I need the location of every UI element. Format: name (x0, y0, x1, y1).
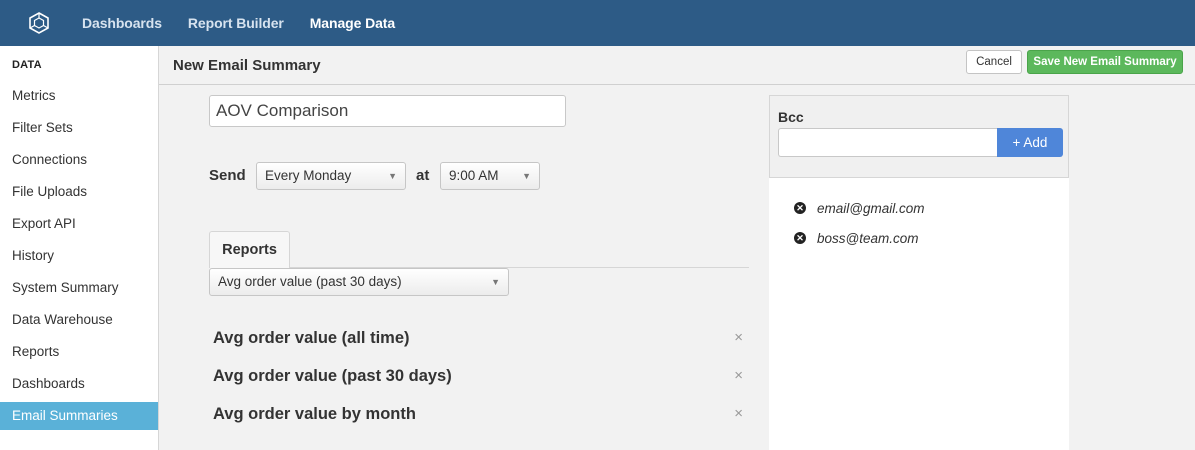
report-row: Avg order value (all time) × (213, 325, 743, 353)
page-header: New Email Summary Cancel Save New Email … (159, 46, 1195, 85)
report-row: Avg order value (past 30 days) × (213, 363, 743, 391)
nav-report-builder[interactable]: Report Builder (188, 0, 284, 46)
sidebar-item-history[interactable]: History (0, 242, 158, 270)
bcc-email-input[interactable] (778, 128, 997, 157)
sidebar: DATA Metrics Filter Sets Connections Fil… (0, 46, 159, 450)
frequency-select[interactable]: Every Monday ▼ (256, 162, 406, 190)
sidebar-item-data-warehouse[interactable]: Data Warehouse (0, 306, 158, 334)
report-name: Avg order value by month (213, 405, 416, 423)
remove-report-icon[interactable]: × (734, 405, 743, 422)
list-item: ✕ boss@team.com (794, 228, 919, 248)
save-email-summary-button[interactable]: Save New Email Summary (1027, 50, 1183, 74)
cancel-button[interactable]: Cancel (966, 50, 1022, 74)
time-select[interactable]: 9:00 AM ▼ (440, 162, 540, 190)
add-bcc-button[interactable]: + Add (997, 128, 1063, 157)
nav-dashboards[interactable]: Dashboards (82, 0, 162, 46)
report-select-value: Avg order value (past 30 days) (218, 274, 402, 289)
sidebar-item-connections[interactable]: Connections (0, 146, 158, 174)
sidebar-item-email-summaries[interactable]: Email Summaries (0, 402, 158, 430)
caret-down-icon: ▼ (388, 171, 397, 181)
report-row: Avg order value by month × (213, 401, 743, 429)
sidebar-item-file-uploads[interactable]: File Uploads (0, 178, 158, 206)
sidebar-heading: DATA (12, 59, 42, 71)
bcc-email-list: ✕ email@gmail.com ✕ boss@team.com (769, 178, 1069, 450)
caret-down-icon: ▼ (491, 277, 500, 287)
sidebar-item-filter-sets[interactable]: Filter Sets (0, 114, 158, 142)
email-address: email@gmail.com (817, 200, 925, 216)
summary-name-input[interactable]: AOV Comparison (209, 95, 566, 127)
remove-report-icon[interactable]: × (734, 367, 743, 384)
remove-report-icon[interactable]: × (734, 329, 743, 346)
list-item: ✕ email@gmail.com (794, 198, 924, 218)
top-nav: Dashboards Report Builder Manage Data (0, 0, 1195, 46)
remove-email-icon[interactable]: ✕ (794, 202, 806, 214)
caret-down-icon: ▼ (522, 171, 531, 181)
sidebar-item-export-api[interactable]: Export API (0, 210, 158, 238)
remove-email-icon[interactable]: ✕ (794, 232, 806, 244)
sidebar-item-reports[interactable]: Reports (0, 338, 158, 366)
hexagon-logo-icon[interactable] (27, 11, 51, 35)
sidebar-item-metrics[interactable]: Metrics (0, 82, 158, 110)
nav-manage-data[interactable]: Manage Data (310, 0, 395, 46)
sidebar-item-system-summary[interactable]: System Summary (0, 274, 158, 302)
page-title: New Email Summary (173, 57, 321, 74)
email-address: boss@team.com (817, 230, 919, 246)
bcc-panel: Bcc + Add (769, 95, 1069, 178)
send-label: Send (209, 167, 246, 184)
report-select[interactable]: Avg order value (past 30 days) ▼ (209, 268, 509, 296)
bcc-label: Bcc (778, 109, 804, 125)
email-summary-form: AOV Comparison Send Every Monday ▼ at 9:… (159, 85, 769, 450)
report-name: Avg order value (all time) (213, 329, 410, 347)
time-value: 9:00 AM (449, 168, 499, 183)
sidebar-item-dashboards[interactable]: Dashboards (0, 370, 158, 398)
tab-reports[interactable]: Reports (209, 231, 290, 268)
at-label: at (416, 167, 430, 184)
report-name: Avg order value (past 30 days) (213, 367, 452, 385)
frequency-value: Every Monday (265, 168, 352, 183)
